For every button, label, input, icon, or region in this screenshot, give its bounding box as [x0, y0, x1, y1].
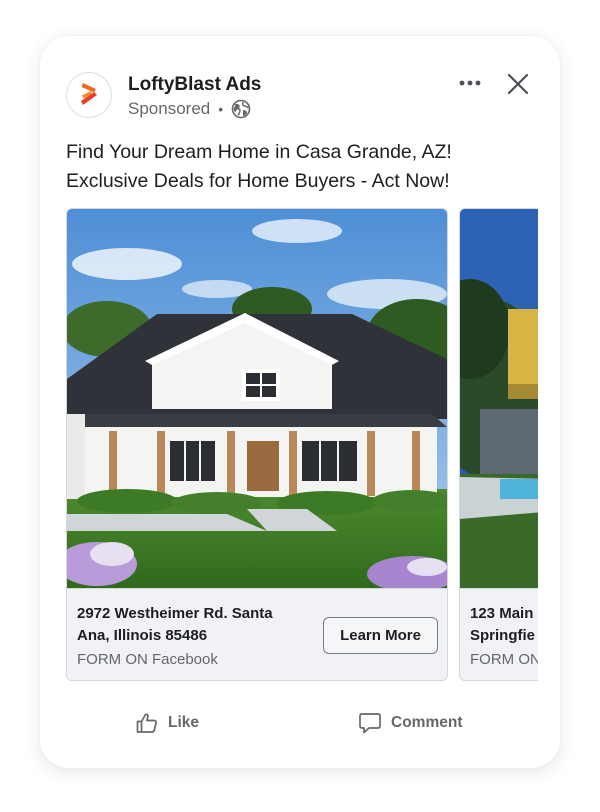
house-photo[interactable] [460, 209, 538, 588]
house-photo[interactable] [67, 209, 447, 588]
listing-address-line-2: Ana, Illinois 85486 [77, 627, 208, 644]
more-options-icon [459, 80, 481, 86]
comment-button[interactable]: Comment [358, 706, 462, 740]
listing-source: FORM ON Facebook [77, 651, 218, 668]
sponsored-label: Sponsored [128, 99, 211, 118]
listing-address-line-2: Springfie [470, 627, 536, 644]
more-options-button[interactable] [458, 72, 482, 94]
ad-message-line-1: Find Your Dream Home in Casa Grande, AZ! [66, 141, 452, 163]
like-label: Like [168, 714, 200, 731]
listing-source: FORM ON [470, 651, 538, 668]
listing-address-line-1: 2972 Westheimer Rd. Santa [77, 605, 273, 622]
separator-dot: • [218, 101, 224, 117]
listing-address[interactable]: 123 Main Springfie [470, 603, 538, 647]
like-button[interactable]: Like [135, 706, 199, 740]
advertiser-avatar[interactable] [66, 72, 112, 118]
ad-card: LoftyBlast Ads Sponsored • Find Your Dre… [40, 36, 560, 768]
carousel-card[interactable]: 2972 Westheimer Rd. Santa Ana, Illinois … [66, 208, 448, 681]
lofty-logo-icon [81, 83, 97, 105]
thumbs-up-icon [136, 713, 157, 733]
carousel-card-footer: 123 Main Springfie FORM ON [460, 588, 538, 680]
sponsored-line: Sponsored • [128, 99, 251, 119]
close-icon [507, 73, 529, 95]
globe-icon[interactable] [231, 99, 251, 119]
close-button[interactable] [506, 72, 530, 96]
carousel-card[interactable]: 123 Main Springfie FORM ON [459, 208, 538, 681]
ad-actions: Like Comment [40, 706, 560, 740]
listing-address-line-1: 123 Main [470, 605, 534, 622]
ad-header: LoftyBlast Ads Sponsored • [66, 72, 536, 120]
ad-message-line-2: Exclusive Deals for Home Buyers - Act No… [66, 170, 450, 192]
learn-more-button[interactable]: Learn More [323, 617, 438, 654]
ad-message: Find Your Dream Home in Casa Grande, AZ!… [66, 138, 536, 196]
ad-carousel[interactable]: 2972 Westheimer Rd. Santa Ana, Illinois … [66, 208, 538, 683]
carousel-card-footer: 2972 Westheimer Rd. Santa Ana, Illinois … [67, 588, 447, 680]
comment-bubble-icon [359, 713, 381, 734]
listing-address[interactable]: 2972 Westheimer Rd. Santa Ana, Illinois … [77, 603, 307, 647]
advertiser-name[interactable]: LoftyBlast Ads [128, 74, 261, 96]
comment-label: Comment [391, 714, 463, 731]
